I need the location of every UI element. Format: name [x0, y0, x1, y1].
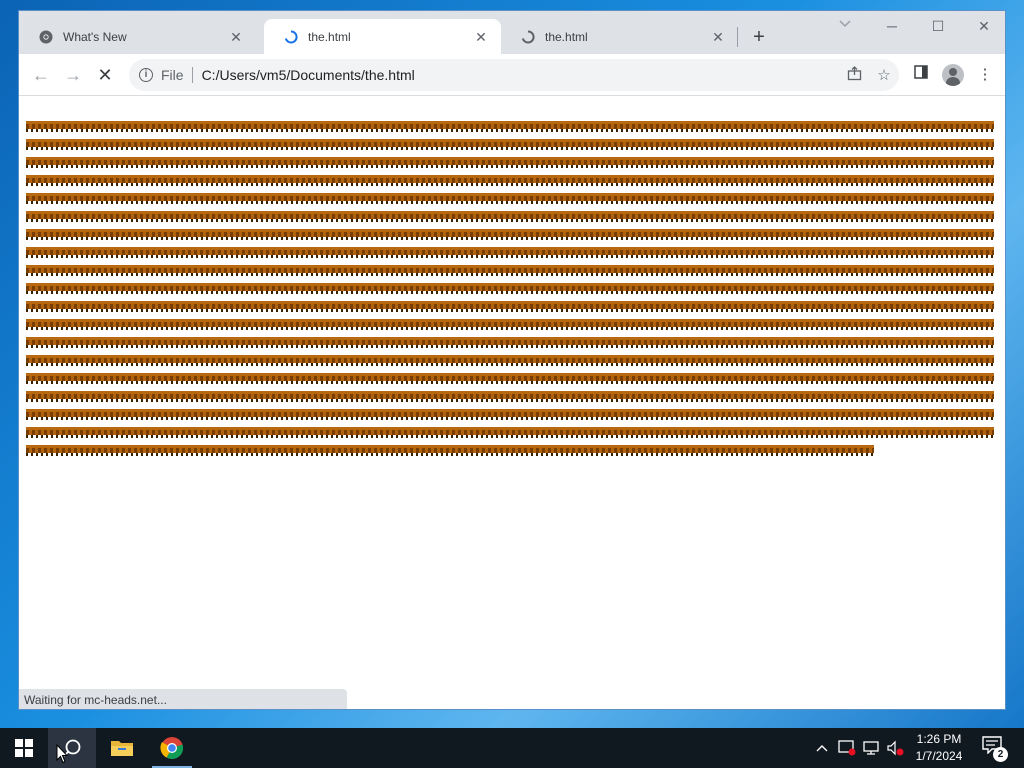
tab-close-icon[interactable]: ✕: [473, 29, 489, 45]
loading-icon: [284, 29, 298, 44]
close-window-button[interactable]: ✕: [961, 11, 1005, 43]
broken-image-row: [26, 391, 994, 402]
broken-image-row: [26, 211, 994, 222]
broken-image-row: [26, 139, 994, 150]
windows-logo-icon: [15, 739, 33, 757]
tab-label: the.html: [545, 29, 588, 44]
forward-button[interactable]: →: [59, 61, 87, 89]
tab-separator: [737, 27, 738, 47]
chrome-icon: [39, 30, 53, 44]
url-text[interactable]: C:/Users/vm5/Documents/the.html: [202, 67, 839, 83]
action-center-button[interactable]: 2: [982, 736, 1008, 762]
show-hidden-icons-chevron-icon[interactable]: [812, 728, 832, 768]
broken-image-row: [26, 373, 994, 384]
side-panel-icon[interactable]: [907, 61, 935, 89]
taskbar: 1:26 PM 1/7/2024 2: [0, 728, 1024, 768]
chrome-taskbar-button[interactable]: [148, 728, 196, 768]
profile-avatar-button[interactable]: [939, 61, 967, 89]
back-button[interactable]: ←: [27, 61, 55, 89]
tab-strip: What's New ✕ the.html ✕ the.html ✕ + ─ ☐…: [19, 11, 1005, 54]
scheme-chip: File: [161, 67, 184, 83]
start-button[interactable]: [0, 728, 48, 768]
broken-image-row: [26, 265, 994, 276]
broken-image-row: [26, 229, 994, 240]
loading-icon: [521, 29, 535, 44]
broken-image-row: [26, 301, 994, 312]
broken-image-row: [26, 319, 994, 330]
broken-image-row: [26, 193, 994, 204]
broken-image-row: [26, 409, 994, 420]
system-clock[interactable]: 1:26 PM 1/7/2024: [908, 731, 970, 765]
broken-image-row: [26, 283, 994, 294]
maximize-button[interactable]: ☐: [915, 11, 961, 43]
broken-image-row: [26, 121, 994, 132]
notification-badge: 2: [993, 747, 1008, 762]
new-tab-button[interactable]: +: [747, 25, 771, 49]
broken-image-row: [26, 157, 994, 168]
network-icon[interactable]: [860, 728, 882, 768]
clock-time: 1:26 PM: [916, 732, 962, 746]
tab-close-icon[interactable]: ✕: [228, 29, 244, 45]
address-bar[interactable]: i File C:/Users/vm5/Documents/the.html ☆: [129, 59, 899, 91]
status-bubble: Waiting for mc-heads.net...: [19, 689, 347, 709]
stop-loading-button[interactable]: ✕: [91, 61, 119, 89]
broken-image-row: [26, 445, 874, 456]
omnibox-divider: [191, 67, 193, 83]
info-icon[interactable]: i: [139, 68, 153, 82]
mouse-cursor-icon: [56, 744, 68, 764]
file-explorer-button[interactable]: [98, 728, 146, 768]
page-content: [19, 97, 1005, 709]
share-icon[interactable]: [839, 65, 869, 85]
security-warning-icon[interactable]: [836, 728, 858, 768]
tab-label: the.html: [308, 29, 351, 44]
folder-icon: [111, 741, 133, 756]
tab-the-html[interactable]: the.html ✕: [501, 19, 738, 54]
chrome-icon: [160, 737, 184, 760]
tab-label: What's New: [63, 29, 127, 44]
volume-muted-icon[interactable]: [884, 728, 906, 768]
bookmark-star-icon[interactable]: ☆: [869, 66, 899, 84]
browser-window: What's New ✕ the.html ✕ the.html ✕ + ─ ☐…: [18, 10, 1006, 710]
broken-image-row: [26, 175, 994, 186]
browser-toolbar: ← → ✕ i File C:/Users/vm5/Documents/the.…: [19, 54, 1005, 96]
clock-date: 1/7/2024: [915, 749, 963, 763]
minimize-button[interactable]: ─: [869, 11, 915, 43]
tab-close-icon[interactable]: ✕: [710, 29, 726, 45]
tab-the-html-active[interactable]: the.html ✕: [264, 19, 501, 54]
broken-image-row: [26, 355, 994, 366]
broken-image-row: [26, 427, 994, 438]
avatar: [942, 64, 964, 86]
broken-image-row: [26, 337, 994, 348]
tab-search-chevron-icon[interactable]: [835, 17, 855, 37]
menu-kebab-icon[interactable]: ⋮: [971, 61, 999, 89]
tab-whats-new[interactable]: What's New ✕: [19, 19, 256, 54]
broken-image-row: [26, 247, 994, 258]
